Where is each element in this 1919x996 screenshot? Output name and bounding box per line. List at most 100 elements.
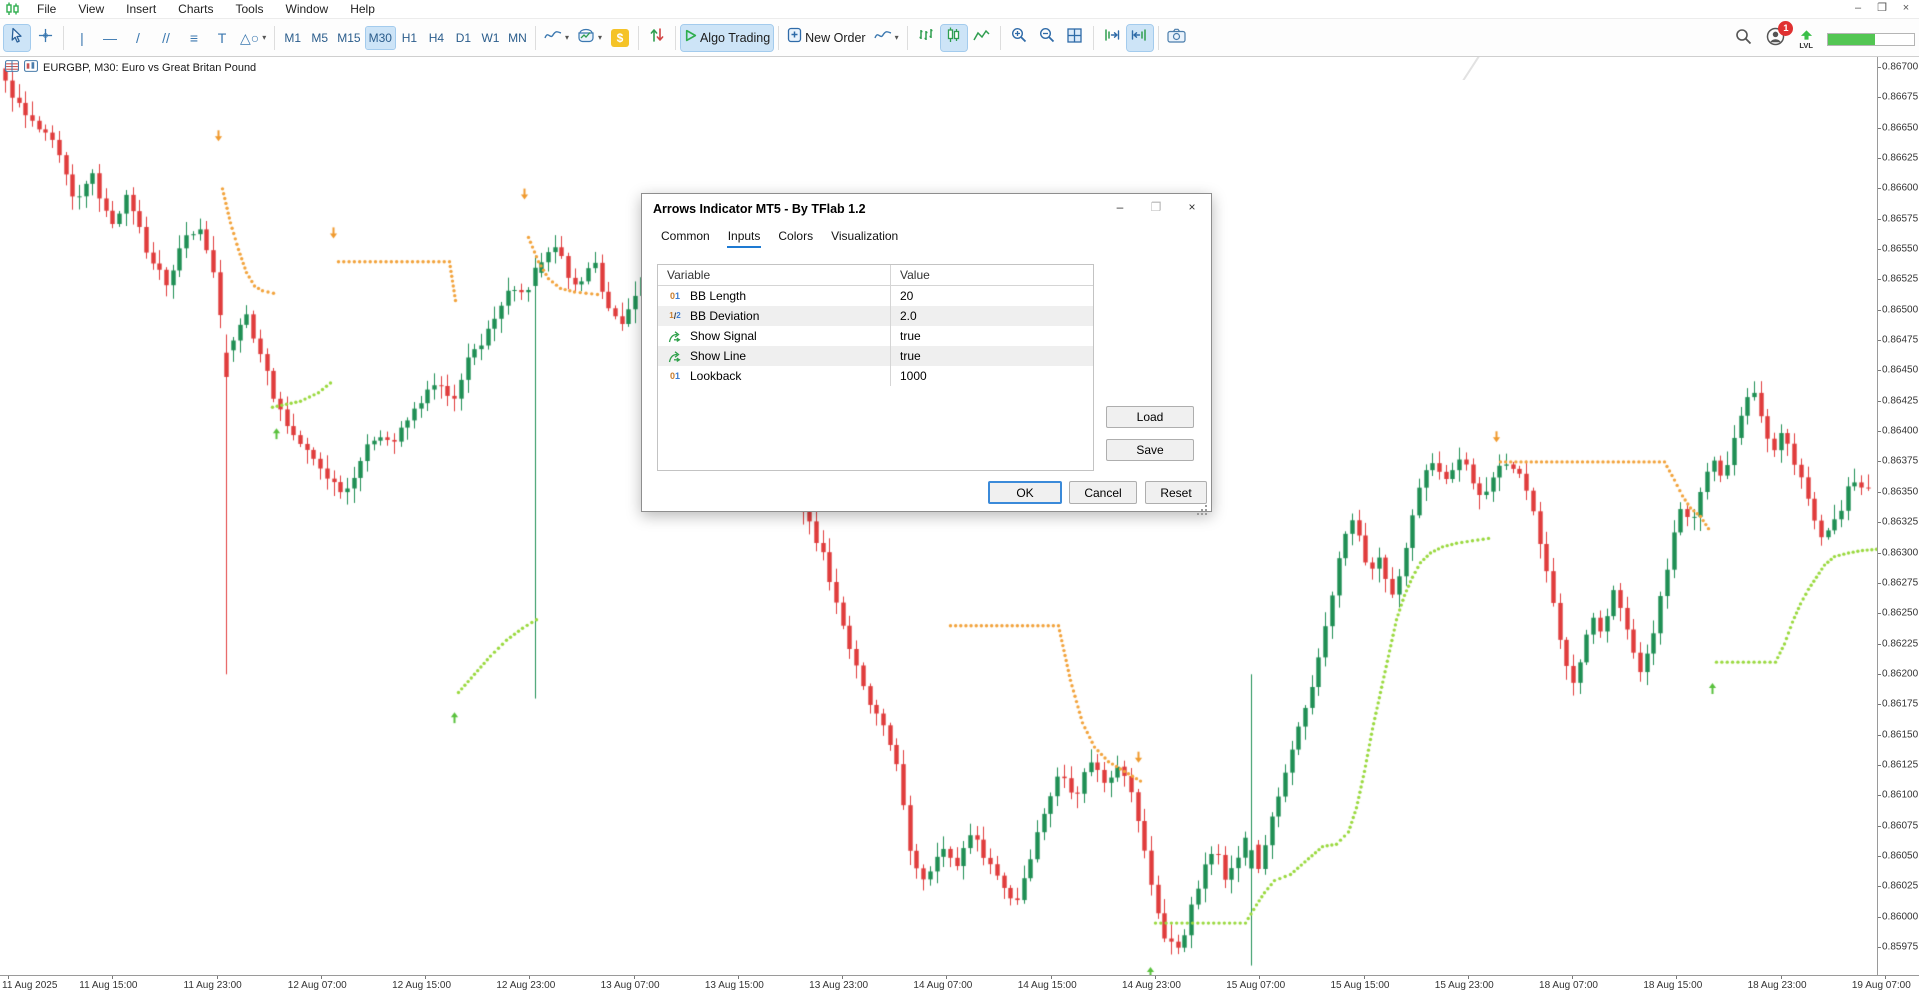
dialog-maximize-button[interactable]: ❐ [1138, 195, 1174, 221]
auto-scroll-button[interactable] [1099, 25, 1125, 51]
buy-sell-arrows-tool[interactable] [644, 25, 670, 51]
timeframe-m1[interactable]: M1 [280, 27, 305, 49]
tab-inputs[interactable]: Inputs [721, 226, 768, 248]
menu-tools[interactable]: Tools [225, 0, 275, 19]
price-tick [1878, 917, 1881, 918]
screenshot-button[interactable] [1164, 25, 1190, 51]
candle-chart-mode-button[interactable] [941, 25, 967, 51]
chart-template-tool[interactable]: ▾ [541, 25, 572, 51]
timeframe-m30[interactable]: M30 [366, 27, 395, 49]
symbols-tool[interactable]: $ [607, 25, 633, 51]
trendline-tool-icon: / [136, 31, 140, 45]
tab-common[interactable]: Common [654, 226, 717, 248]
tab-colors[interactable]: Colors [771, 226, 820, 248]
indicators-tool[interactable]: ▾ [574, 25, 605, 51]
new-order-button[interactable]: New Order [784, 25, 868, 51]
time-axis[interactable]: 11 Aug 202511 Aug 15:0011 Aug 23:0012 Au… [0, 975, 1919, 996]
variable-value[interactable]: 2.0 [890, 306, 1093, 326]
window-close-button[interactable]: × [1896, 0, 1916, 17]
symbol-sheet-icon [5, 60, 19, 75]
search-icon[interactable] [1735, 28, 1752, 50]
indicator-curve-tool[interactable]: ▾ [871, 25, 902, 51]
price-tick [1878, 158, 1881, 159]
price-label: 0.86025 [1882, 881, 1918, 892]
table-row[interactable]: Show Linetrue [658, 346, 1093, 366]
variable-value[interactable]: 20 [890, 286, 1093, 306]
profile-icon[interactable]: 1 [1766, 27, 1785, 51]
variable-value[interactable]: true [890, 346, 1093, 366]
time-label: 12 Aug 23:00 [496, 980, 555, 991]
time-tick [634, 976, 635, 979]
dialog-minimize-button[interactable]: – [1102, 195, 1138, 221]
price-label: 0.86675 [1882, 92, 1918, 103]
table-row[interactable]: Show Signaltrue [658, 326, 1093, 346]
table-row[interactable]: 01Lookback1000 [658, 366, 1093, 386]
price-label: 0.86200 [1882, 668, 1918, 679]
menu-charts[interactable]: Charts [167, 0, 224, 19]
time-tick [321, 976, 322, 979]
crosshair-tool[interactable] [32, 25, 58, 51]
menu-insert[interactable]: Insert [115, 0, 167, 19]
dialog-resize-grip[interactable] [1205, 505, 1207, 507]
time-label: 15 Aug 07:00 [1226, 980, 1285, 991]
timeframe-h1[interactable]: H1 [397, 27, 422, 49]
reset-button[interactable]: Reset [1145, 481, 1207, 504]
fibonacci-tool[interactable]: ≡ [181, 25, 207, 51]
timeframe-d1[interactable]: D1 [451, 27, 476, 49]
price-label: 0.86375 [1882, 456, 1918, 467]
ok-button[interactable]: OK [988, 481, 1062, 504]
shapes-tool[interactable]: △○▾ [237, 25, 269, 51]
menu-file[interactable]: File [26, 0, 67, 19]
timeframe-mn[interactable]: MN [505, 27, 530, 49]
equidistant-channel-tool[interactable]: // [153, 25, 179, 51]
price-axis[interactable]: 0.867000.866750.866500.866250.866000.865… [1877, 57, 1919, 975]
price-tick [1878, 856, 1881, 857]
window-restore-button[interactable]: ❐ [1872, 0, 1892, 17]
cursor-tool[interactable] [4, 25, 30, 51]
algo-trading-button[interactable]: Algo Trading [681, 25, 773, 51]
price-tick [1878, 188, 1881, 189]
timeframe-m15[interactable]: M15 [334, 27, 363, 49]
tab-visualization[interactable]: Visualization [824, 226, 905, 248]
dialog-title-bar[interactable]: Arrows Indicator MT5 - By TFlab 1.2 – ❐ … [642, 194, 1211, 224]
table-row[interactable]: 1/2BB Deviation2.0 [658, 306, 1093, 326]
time-label: 18 Aug 23:00 [1748, 980, 1807, 991]
time-label: 14 Aug 23:00 [1122, 980, 1181, 991]
window-minimize-button[interactable]: – [1848, 0, 1868, 17]
zoom-in-button[interactable] [1006, 25, 1032, 51]
cancel-button[interactable]: Cancel [1069, 481, 1137, 504]
price-tick [1878, 97, 1881, 98]
zoom-out-button[interactable] [1034, 25, 1060, 51]
price-label: 0.86050 [1882, 850, 1918, 861]
table-row[interactable]: 01BB Length20 [658, 286, 1093, 306]
menu-help[interactable]: Help [339, 0, 386, 19]
variable-value[interactable]: true [890, 326, 1093, 346]
variable-value[interactable]: 1000 [890, 366, 1093, 386]
text-tool[interactable]: T [209, 25, 235, 51]
toolbar-separator [1158, 26, 1159, 50]
chevron-down-icon: ▾ [565, 33, 569, 42]
price-tick [1878, 674, 1881, 675]
menu-view[interactable]: View [67, 0, 115, 19]
price-label: 0.86500 [1882, 304, 1918, 315]
vertical-line-tool[interactable]: | [69, 25, 95, 51]
price-tick [1878, 128, 1881, 129]
menu-window[interactable]: Window [275, 0, 340, 19]
time-tick [1781, 976, 1782, 979]
line-chart-mode-button[interactable] [969, 25, 995, 51]
timeframe-h4[interactable]: H4 [424, 27, 449, 49]
horizontal-line-tool[interactable]: — [97, 25, 123, 51]
trendline-tool[interactable]: / [125, 25, 151, 51]
load-button[interactable]: Load [1106, 406, 1194, 428]
timeframe-m5[interactable]: M5 [307, 27, 332, 49]
variable-name: BB Length [690, 289, 746, 303]
time-tick [842, 976, 843, 979]
save-button[interactable]: Save [1106, 439, 1194, 461]
notification-badge: 1 [1778, 21, 1793, 36]
timeframe-w1[interactable]: W1 [478, 27, 503, 49]
equidistant-channel-tool-icon: // [162, 31, 170, 45]
bar-chart-mode-button[interactable] [913, 25, 939, 51]
tile-windows-button[interactable] [1062, 25, 1088, 51]
dialog-close-button[interactable]: × [1174, 195, 1210, 221]
chart-shift-button[interactable] [1127, 25, 1153, 51]
